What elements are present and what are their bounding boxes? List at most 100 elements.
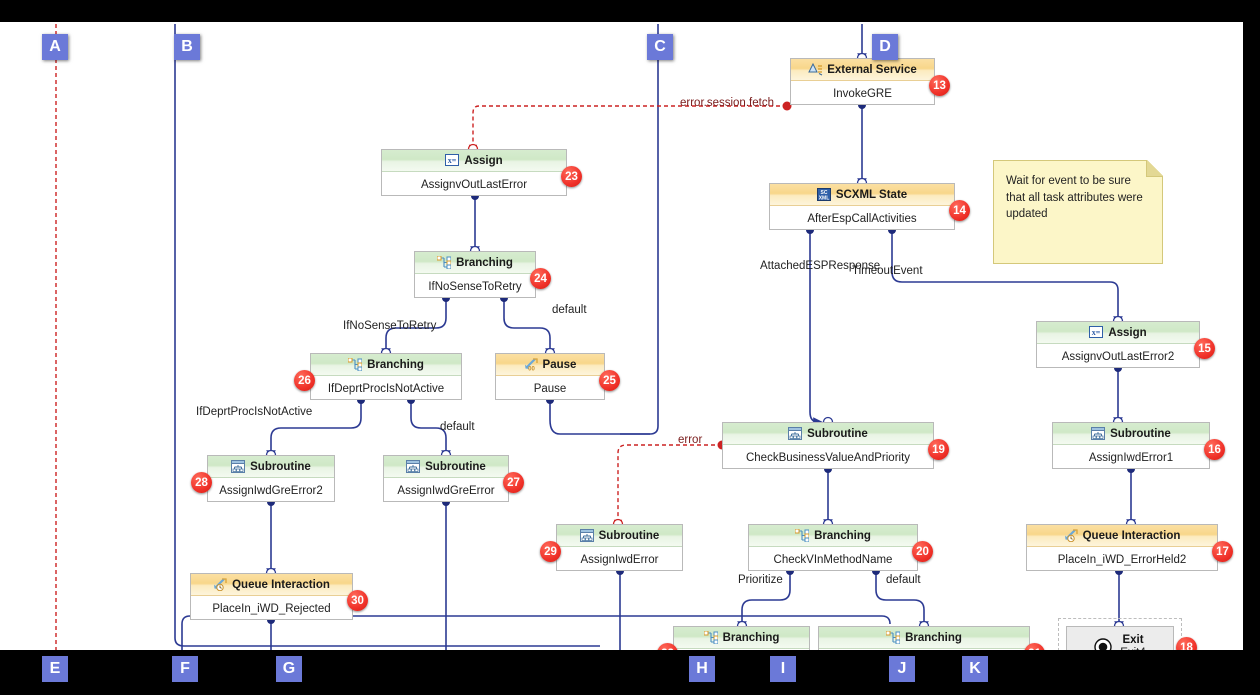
note-fold-icon: [1146, 160, 1163, 177]
node-header: Branching: [674, 627, 809, 649]
node-badge: 13: [929, 75, 950, 96]
svg-text:XML: XML: [819, 196, 830, 202]
node-badge: 17: [1212, 541, 1233, 562]
assign-icon: x=: [1089, 326, 1104, 339]
node-name-label: AssignvOutLastError2: [1061, 350, 1175, 363]
node-name-label: AssignvOutLastError: [420, 178, 528, 191]
workflow-node-assigniwderror1[interactable]: Subroutine AssignIwdError1: [1052, 422, 1210, 469]
node-header: SC XML SCXML State: [770, 184, 954, 206]
node-kind-label: Branching: [905, 631, 962, 644]
node-header: Subroutine: [384, 456, 508, 478]
edge-label-l-error: error: [678, 434, 703, 446]
letter-marker-a[interactable]: A: [42, 34, 68, 60]
scxml-state-icon: SC XML: [816, 188, 831, 202]
node-badge: 16: [1204, 439, 1225, 460]
workflow-node-assignvoutlasterror[interactable]: x= Assign AssignvOutLastError: [381, 149, 567, 196]
node-name-label: AssignIwdError: [580, 553, 659, 566]
workflow-node-afterespcallactivities[interactable]: SC XML SCXML State AfterEspCallActivities: [769, 183, 955, 230]
node-name-label: IfNoSenseToRetry: [428, 280, 522, 293]
letter-marker-j[interactable]: J: [889, 656, 915, 682]
edge-label-l-default-26: default: [440, 421, 475, 433]
node-header: x= Assign: [1037, 322, 1199, 344]
workflow-node-checkbusinessvalueandpriority[interactable]: Subroutine CheckBusinessValueAndPriority: [722, 422, 934, 469]
node-header: Queue Interaction: [1027, 525, 1217, 547]
workflow-node-placein_iwd_rejected[interactable]: Queue Interaction PlaceIn_iWD_Rejected: [190, 573, 353, 620]
letter-marker-b[interactable]: B: [174, 34, 200, 60]
node-badge: 30: [347, 590, 368, 611]
sticky-note[interactable]: Wait for event to be sure that all task …: [993, 160, 1163, 264]
node-name-label: IfPriorityWasNotSet: [674, 649, 809, 650]
node-kind-label: Subroutine: [1110, 427, 1171, 440]
workflow-canvas[interactable]: Wait for event to be sure that all task …: [0, 22, 1243, 650]
assign-icon: x=: [445, 154, 460, 167]
subroutine-icon: [231, 460, 246, 473]
letter-marker-d[interactable]: D: [872, 34, 898, 60]
node-badge: 19: [928, 439, 949, 460]
node-badge: 15: [1194, 338, 1215, 359]
node-header: Branching: [819, 627, 1029, 649]
workflow-node-ifnosensetoretry[interactable]: Branching IfNoSenseToRetry: [414, 251, 536, 298]
workflow-node-ifbusinessprocesswasassigned[interactable]: Branching IfBusinessProcessWasAssigned: [818, 626, 1030, 650]
node-badge: 14: [949, 200, 970, 221]
node-kind-label: External Service: [827, 63, 917, 76]
node-name-label: Pause: [533, 382, 567, 395]
node-header: Subroutine: [723, 423, 933, 445]
workflow-node-pause[interactable]: 00 Pause Pause: [495, 353, 605, 400]
letter-marker-e[interactable]: E: [42, 656, 68, 682]
node-kind-label: Subroutine: [598, 529, 660, 542]
edge-label-l-ifnosensetoretry: IfNoSenseToRetry: [343, 320, 437, 332]
exit-icon: [1094, 638, 1112, 650]
workflow-node-checkvinmethodname[interactable]: Branching CheckVInMethodName: [748, 524, 918, 571]
node-badge: 23: [561, 166, 582, 187]
node-kind-label: Subroutine: [425, 460, 486, 473]
node-name-label: AssignIwdError1: [1088, 451, 1174, 464]
node-badge: 28: [191, 472, 212, 493]
letter-marker-k[interactable]: K: [962, 656, 988, 682]
node-header: Subroutine: [557, 525, 682, 547]
letter-marker-g[interactable]: G: [276, 656, 302, 682]
branching-icon: [348, 358, 363, 371]
node-header: Branching: [415, 252, 535, 274]
svg-text:x=: x=: [448, 156, 457, 165]
letter-marker-c[interactable]: C: [647, 34, 673, 60]
pause-icon: 00: [524, 358, 538, 371]
node-kind-label: Branching: [367, 358, 424, 371]
letter-marker-i[interactable]: I: [770, 656, 796, 682]
node-kind-label: Branching: [722, 631, 780, 644]
node-kind-label: Branching: [814, 529, 871, 542]
svg-text:x=: x=: [1092, 328, 1101, 337]
edge-label-l-prioritize: Prioritize: [738, 574, 783, 586]
workflow-node-exit4[interactable]: ExitExit4: [1066, 626, 1174, 650]
queue-interaction-icon: [1064, 529, 1078, 542]
diagram-stage: Wait for event to be sure that all task …: [0, 0, 1260, 695]
node-name-label: PlaceIn_iWD_Rejected: [212, 602, 331, 615]
node-badge: 27: [503, 472, 524, 493]
letter-marker-h[interactable]: H: [689, 656, 715, 682]
edge-label-l-ifdeprtproc: IfDeprtProcIsNotActive: [196, 406, 313, 418]
node-kind-label: Assign: [464, 154, 503, 167]
node-name-label: PlaceIn_iWD_ErrorHeld2: [1057, 553, 1187, 566]
workflow-node-ifprioritywasnotset[interactable]: Branching IfPriorityWasNotSet: [673, 626, 810, 650]
node-header: Branching: [311, 354, 461, 376]
subroutine-icon: [579, 529, 594, 542]
workflow-node-invokegre[interactable]: External Service InvokeGRE: [790, 58, 935, 105]
node-badge: 29: [540, 541, 561, 562]
branching-icon: [703, 631, 718, 644]
letter-marker-f[interactable]: F: [172, 656, 198, 682]
node-kind-label: SCXML State: [835, 188, 908, 201]
workflow-node-ifdeprtprocisnotactive[interactable]: Branching IfDeprtProcIsNotActive: [310, 353, 462, 400]
queue-interaction-icon: [213, 578, 227, 591]
workflow-node-assigniwderror[interactable]: Subroutine AssignIwdError: [556, 524, 683, 571]
workflow-node-assigniwdgreerror[interactable]: Subroutine AssignIwdGreError: [383, 455, 509, 502]
workflow-node-assigniwdgreerror2[interactable]: Subroutine AssignIwdGreError2: [207, 455, 335, 502]
svg-text:00: 00: [528, 367, 535, 372]
node-kind-label: Subroutine: [250, 460, 311, 473]
node-badge: 25: [599, 370, 620, 391]
workflow-node-placein_iwd_errorheld2[interactable]: Queue Interaction PlaceIn_iWD_ErrorHeld2: [1026, 524, 1218, 571]
branching-icon: [437, 256, 452, 269]
edge-label-l-default-24: default: [552, 304, 587, 316]
subroutine-icon: [1091, 427, 1106, 440]
node-kind-label: Queue Interaction: [1082, 529, 1181, 542]
node-header: 00 Pause: [496, 354, 604, 376]
workflow-node-assignvoutlasterror2[interactable]: x= Assign AssignvOutLastError2: [1036, 321, 1200, 368]
